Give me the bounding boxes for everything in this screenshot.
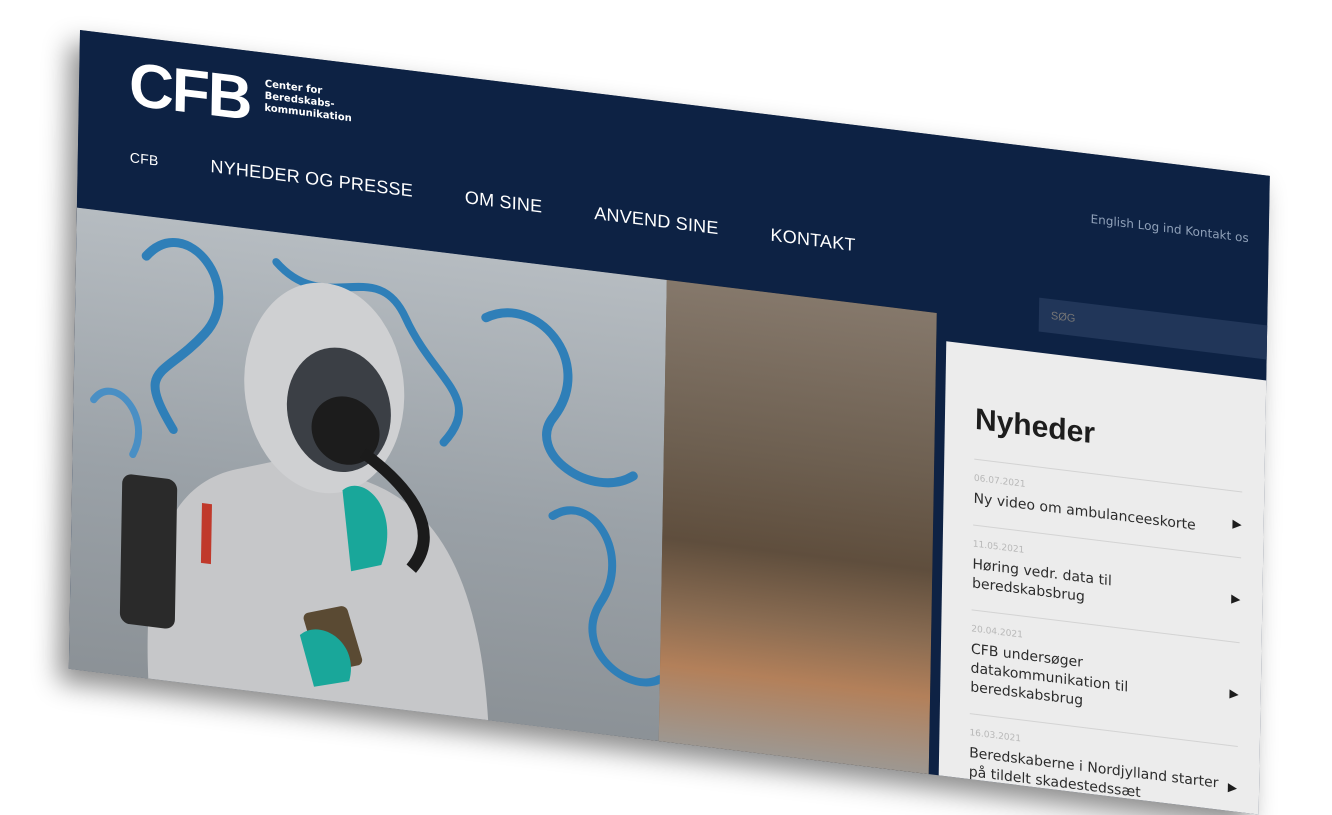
nav-item-cfb[interactable]: CFB bbox=[130, 149, 159, 168]
arrow-right-icon[interactable]: ▶ bbox=[1232, 516, 1241, 531]
arrow-right-icon[interactable]: ▶ bbox=[1229, 685, 1238, 700]
nav-item-nyheder-og-presse[interactable]: NYHEDER OG PRESSE bbox=[210, 156, 413, 202]
arrow-right-icon[interactable]: ▶ bbox=[1228, 780, 1237, 795]
logo-mark: CFB bbox=[128, 50, 252, 134]
webpage-card: CFB Center for Beredskabs-kommunikation … bbox=[68, 30, 1270, 815]
site-logo[interactable]: CFB Center for Beredskabs-kommunikation bbox=[128, 50, 361, 144]
arrow-right-icon[interactable]: ▶ bbox=[1231, 591, 1240, 606]
nav-item-anvend-sine[interactable]: ANVEND SINE bbox=[594, 203, 719, 239]
tree-background bbox=[658, 279, 937, 783]
news-panel: Nyheder 06.07.2021 Ny video om ambulance… bbox=[938, 341, 1270, 815]
top-links[interactable]: English Log ind Kontakt os bbox=[1090, 212, 1248, 245]
logo-subtitle: Center for Beredskabs-kommunikation bbox=[264, 78, 352, 125]
screenshot-stage: CFB Center for Beredskabs-kommunikation … bbox=[0, 0, 1332, 815]
nav-item-kontakt[interactable]: KONTAKT bbox=[770, 225, 855, 256]
hazmat-person-figure bbox=[119, 282, 489, 729]
news-title: Nyheder bbox=[974, 402, 1096, 451]
nav-item-om-sine[interactable]: OM SINE bbox=[465, 187, 543, 217]
search-input[interactable] bbox=[1048, 308, 1254, 348]
